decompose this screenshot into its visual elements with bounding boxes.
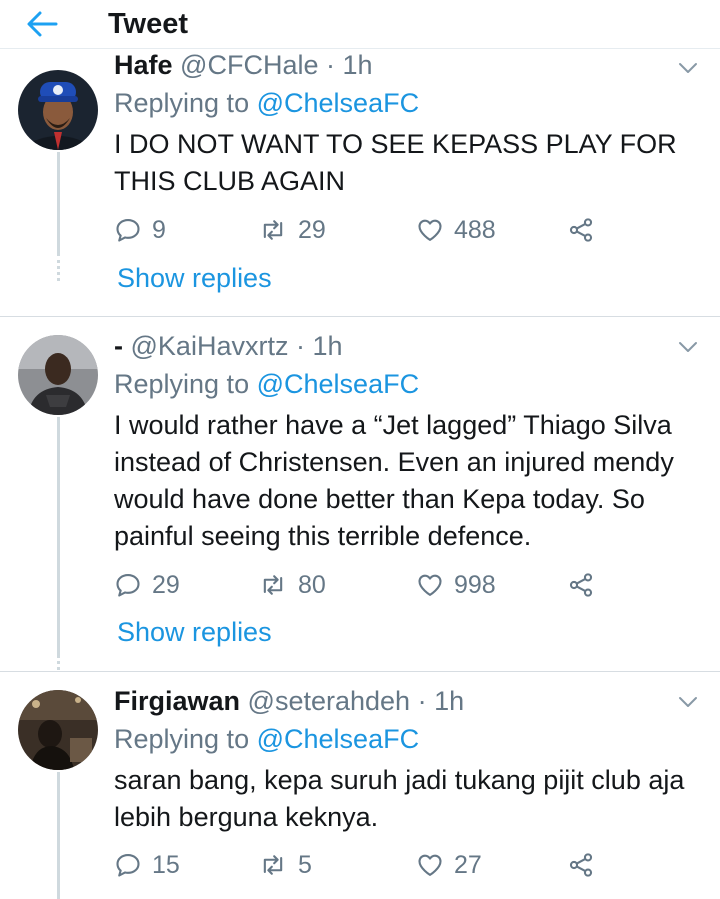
retweet-count: 29 bbox=[298, 215, 326, 244]
display-name[interactable]: Hafe bbox=[114, 50, 173, 80]
retweet-count: 5 bbox=[298, 850, 312, 879]
share-action[interactable] bbox=[567, 215, 605, 245]
mention-link[interactable]: @ChelseaFC bbox=[257, 724, 419, 754]
reply-count: 15 bbox=[152, 850, 180, 879]
show-replies-link[interactable]: Show replies bbox=[117, 617, 272, 648]
show-replies-link[interactable]: Show replies bbox=[117, 263, 272, 294]
share-action[interactable] bbox=[567, 850, 605, 880]
replying-to: Replying to @ChelseaFC bbox=[114, 88, 419, 119]
avatar[interactable] bbox=[18, 690, 98, 770]
back-arrow-icon[interactable] bbox=[24, 10, 60, 38]
heart-icon bbox=[416, 851, 444, 879]
like-count: 998 bbox=[454, 570, 496, 599]
thread-line bbox=[57, 152, 60, 256]
thread-line bbox=[57, 772, 60, 899]
replying-to: Replying to @ChelseaFC bbox=[114, 724, 419, 755]
reply-icon bbox=[114, 216, 142, 244]
timestamp: · 1h bbox=[295, 331, 343, 361]
tweet-text: I DO NOT WANT TO SEE KEPASS PLAY FOR THI… bbox=[114, 129, 677, 196]
like-count: 27 bbox=[454, 850, 482, 879]
replying-label: Replying to bbox=[114, 88, 250, 118]
handle[interactable]: @CFCHale bbox=[180, 50, 318, 80]
reply-icon bbox=[114, 851, 142, 879]
replying-label: Replying to bbox=[114, 724, 250, 754]
reply-action[interactable]: 29 bbox=[114, 570, 180, 600]
reply-action[interactable]: 15 bbox=[114, 850, 180, 880]
retweet-icon bbox=[258, 571, 288, 599]
reply-feed: Hafe @CFCHale · 1h Replying to @ChelseaF… bbox=[0, 48, 720, 899]
reply-action[interactable]: 9 bbox=[114, 215, 166, 245]
thread-dots bbox=[57, 260, 60, 282]
like-action[interactable]: 998 bbox=[416, 570, 496, 600]
tweet-meta: - @KaiHavxrtz · 1h bbox=[114, 331, 343, 362]
top-bar: Tweet bbox=[0, 0, 720, 49]
reply-tweet[interactable]: Firgiawan @seterahdeh · 1h Replying to @… bbox=[0, 672, 720, 899]
reply-count: 9 bbox=[152, 215, 166, 244]
chevron-down-icon[interactable] bbox=[678, 341, 698, 353]
thread-dots bbox=[57, 655, 60, 671]
display-name[interactable]: - bbox=[114, 331, 123, 361]
thread-line bbox=[57, 417, 60, 655]
timestamp: · 1h bbox=[326, 50, 373, 80]
retweet-action[interactable]: 5 bbox=[258, 850, 312, 880]
avatar[interactable] bbox=[18, 70, 98, 150]
chevron-down-icon[interactable] bbox=[678, 696, 698, 708]
display-name[interactable]: Firgiawan bbox=[114, 686, 240, 716]
share-icon bbox=[567, 851, 595, 879]
mention-link[interactable]: @ChelseaFC bbox=[257, 369, 419, 399]
handle[interactable]: @seterahdeh bbox=[248, 686, 411, 716]
tweet-text: I would rather have a “Jet lagged” Thiag… bbox=[114, 410, 674, 551]
reply-tweet[interactable]: Hafe @CFCHale · 1h Replying to @ChelseaF… bbox=[0, 48, 720, 316]
replying-to: Replying to @ChelseaFC bbox=[114, 369, 419, 400]
share-icon bbox=[567, 216, 595, 244]
reply-icon bbox=[114, 571, 142, 599]
like-action[interactable]: 488 bbox=[416, 215, 496, 245]
retweet-icon bbox=[258, 216, 288, 244]
timestamp: · 1h bbox=[417, 686, 465, 716]
share-action[interactable] bbox=[567, 570, 605, 600]
retweet-count: 80 bbox=[298, 570, 326, 599]
replying-label: Replying to bbox=[114, 369, 250, 399]
like-count: 488 bbox=[454, 215, 496, 244]
page-title: Tweet bbox=[108, 8, 189, 40]
tweet-text: saran bang, kepa suruh jadi tukang pijit… bbox=[114, 765, 685, 832]
reply-tweet[interactable]: - @KaiHavxrtz · 1h Replying to @ChelseaF… bbox=[0, 317, 720, 671]
avatar[interactable] bbox=[18, 335, 98, 415]
like-action[interactable]: 27 bbox=[416, 850, 482, 880]
share-icon bbox=[567, 571, 595, 599]
mention-link[interactable]: @ChelseaFC bbox=[257, 88, 419, 118]
tweet-meta: Hafe @CFCHale · 1h bbox=[114, 50, 373, 81]
chevron-down-icon[interactable] bbox=[678, 62, 698, 74]
handle[interactable]: @KaiHavxrtz bbox=[131, 331, 289, 361]
retweet-action[interactable]: 80 bbox=[258, 570, 326, 600]
reply-count: 29 bbox=[152, 570, 180, 599]
retweet-action[interactable]: 29 bbox=[258, 215, 326, 245]
heart-icon bbox=[416, 216, 444, 244]
tweet-meta: Firgiawan @seterahdeh · 1h bbox=[114, 686, 464, 717]
retweet-icon bbox=[258, 851, 288, 879]
heart-icon bbox=[416, 571, 444, 599]
